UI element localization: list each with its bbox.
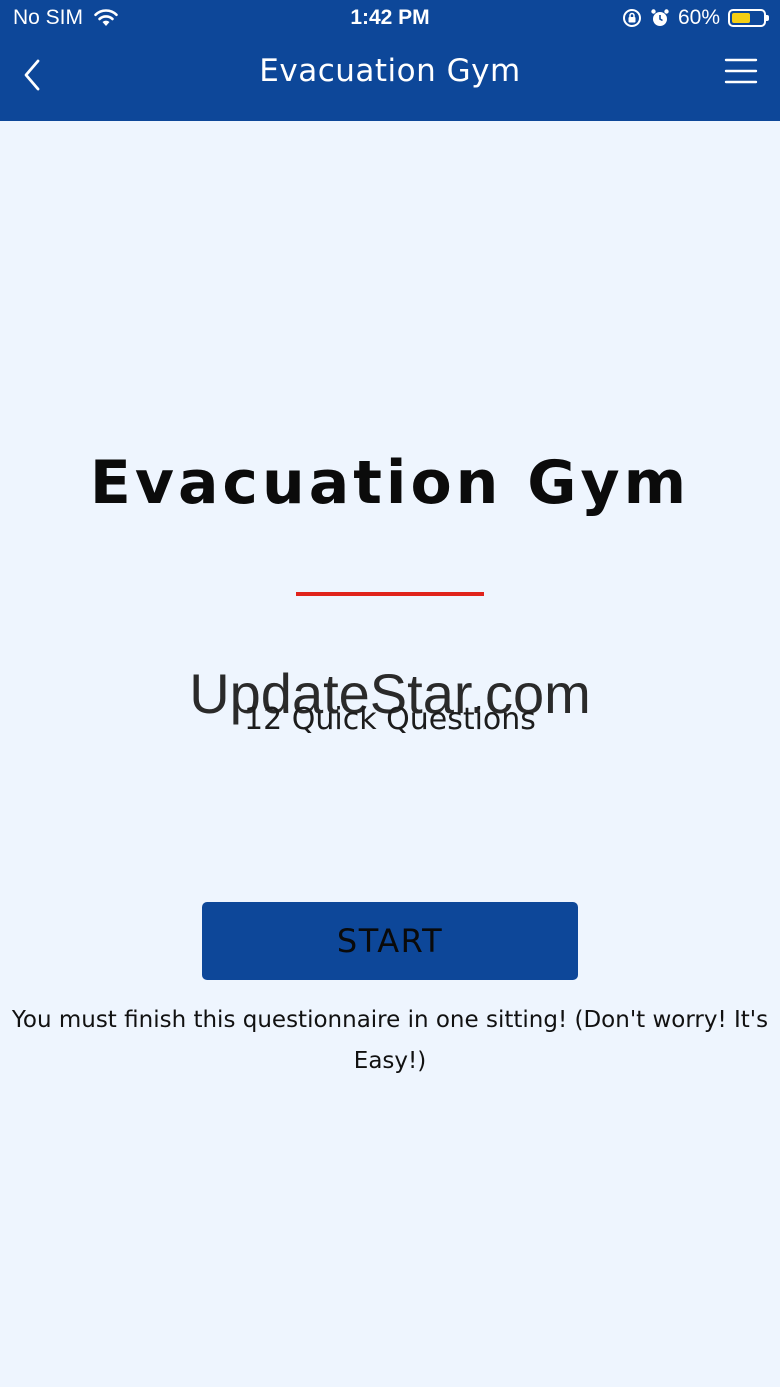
status-bar: No SIM 1:42 PM 60% bbox=[0, 0, 780, 40]
question-count: 12 Quick Questions bbox=[244, 702, 536, 737]
app-header: No SIM 1:42 PM 60% Evacuation Gym bbox=[0, 0, 780, 121]
page-title: Evacuation Gym bbox=[89, 448, 691, 518]
title-divider bbox=[296, 592, 484, 596]
alarm-icon bbox=[651, 9, 669, 26]
status-right: 60% bbox=[622, 6, 769, 30]
notice-text: You must finish this questionnaire in on… bbox=[11, 1007, 769, 1074]
hamburger-menu-icon bbox=[724, 58, 758, 84]
rotation-lock-icon bbox=[622, 9, 641, 27]
battery-percent: 60% bbox=[677, 6, 720, 29]
menu-button[interactable] bbox=[724, 58, 758, 84]
nav-bar: Evacuation Gym bbox=[0, 44, 780, 104]
start-button[interactable]: START bbox=[202, 902, 578, 980]
nav-title: Evacuation Gym bbox=[259, 53, 521, 89]
battery-icon bbox=[728, 9, 769, 27]
battery-fill bbox=[732, 13, 750, 23]
